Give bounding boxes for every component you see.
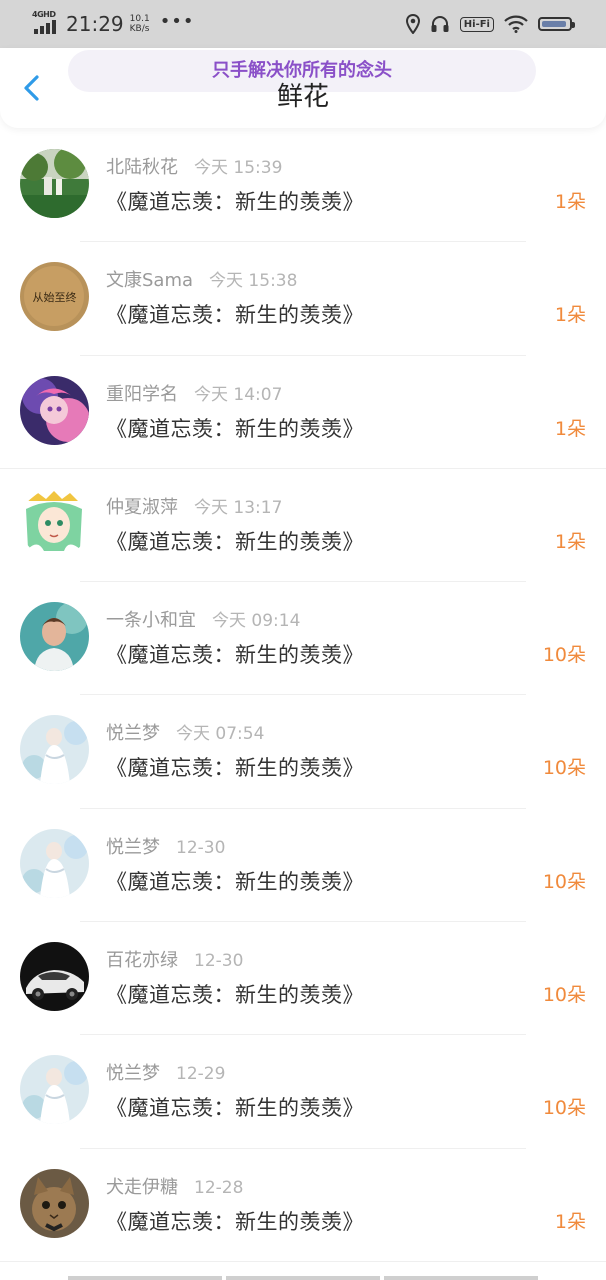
wifi-icon (504, 15, 528, 33)
hifi-badge: Hi-Fi (459, 16, 494, 32)
list-item[interactable]: 北陆秋花 今天 15:39 《魔道忘羡：新生的羡羡》 1朵 (0, 129, 606, 243)
status-bar: 4GHD 21:29 10.1 KB/s ••• Hi-Fi (0, 0, 606, 48)
list-item[interactable]: 悦兰梦 12-29 《魔道忘羡：新生的羡羡》 10朵 (0, 1035, 606, 1149)
bottom-partial-bar (68, 1276, 538, 1280)
flower-count: 1朵 (554, 530, 586, 553)
avatar[interactable] (20, 149, 89, 218)
user-name[interactable]: 百花亦绿 (106, 950, 178, 971)
timestamp: 今天 07:54 (176, 724, 265, 745)
book-title[interactable]: 《魔道忘羡：新生的羡羡》 (106, 1092, 364, 1122)
timestamp: 12-29 (176, 1064, 226, 1085)
page-title: 鲜花 (276, 82, 329, 112)
list-item[interactable]: 从始至终 文康Sama 今天 15:38 《魔道忘羡：新生的羡羡》 1朵 (0, 242, 606, 356)
user-name[interactable]: 悦兰梦 (106, 837, 160, 858)
list-item[interactable]: 悦兰梦 12-30 《魔道忘羡：新生的羡羡》 10朵 (0, 809, 606, 923)
avatar[interactable] (20, 488, 89, 558)
signal-icon: 4GHD (32, 10, 60, 38)
book-title[interactable]: 《魔道忘羡：新生的羡羡》 (106, 979, 364, 1009)
user-name[interactable]: 悦兰梦 (106, 723, 160, 744)
timestamp: 今天 14:07 (194, 384, 283, 405)
user-name[interactable]: 犬走伊糖 (106, 1177, 178, 1198)
headphones-icon (431, 16, 449, 32)
location-icon (405, 14, 420, 34)
avatar[interactable] (20, 715, 89, 785)
list-item[interactable]: 悦兰梦 今天 07:54 《魔道忘羡：新生的羡羡》 10朵 (0, 695, 606, 809)
user-name[interactable]: 北陆秋花 (106, 157, 178, 178)
avatar[interactable] (20, 828, 89, 898)
user-name[interactable]: 悦兰梦 (106, 1063, 160, 1084)
timestamp: 今天 09:14 (212, 611, 301, 632)
timestamp: 今天 13:17 (194, 497, 283, 518)
book-title[interactable]: 《魔道忘羡：新生的羡羡》 (106, 299, 364, 329)
book-title[interactable]: 《魔道忘羡：新生的羡羡》 (106, 1206, 364, 1236)
timestamp: 12-30 (176, 837, 226, 858)
user-name[interactable]: 仲夏淑萍 (106, 497, 178, 518)
list-item[interactable]: 犬走伊糖 12-28 《魔道忘羡：新生的羡羡》 1朵 (0, 1149, 606, 1262)
flower-count: 1朵 (554, 191, 586, 213)
avatar[interactable] (20, 602, 89, 672)
user-name[interactable]: 重阳学名 (106, 384, 178, 405)
timestamp: 12-30 (194, 951, 244, 972)
book-title[interactable]: 《魔道忘羡：新生的羡羡》 (106, 186, 364, 216)
list-item[interactable]: 一条小和宜 今天 09:14 《魔道忘羡：新生的羡羡》 10朵 (0, 582, 606, 696)
flower-count: 10朵 (542, 644, 586, 667)
avatar[interactable] (20, 942, 89, 1012)
flower-count: 1朵 (554, 304, 586, 327)
avatar[interactable]: 从始至终 (20, 262, 89, 332)
book-title[interactable]: 《魔道忘羡：新生的羡羡》 (106, 526, 364, 556)
flower-count: 1朵 (554, 1210, 586, 1233)
flower-count: 1朵 (554, 417, 586, 440)
divider (0, 1260, 606, 1262)
list-item[interactable]: 重阳学名 今天 14:07 《魔道忘羡：新生的羡羡》 1朵 (0, 356, 606, 469)
clock: 21:29 (66, 12, 124, 36)
timestamp: 12-28 (194, 1177, 244, 1198)
user-name[interactable]: 文康Sama (106, 270, 193, 291)
list-item[interactable]: 百花亦绿 12-30 《魔道忘羡：新生的羡羡》 10朵 (0, 922, 606, 1036)
book-title[interactable]: 《魔道忘羡：新生的羡羡》 (106, 639, 364, 669)
more-notifications-icon: ••• (159, 10, 195, 32)
book-title[interactable]: 《魔道忘羡：新生的羡羡》 (106, 752, 364, 782)
network-speed: 10.1 KB/s (129, 14, 150, 34)
flower-count: 10朵 (542, 1097, 586, 1120)
avatar[interactable] (20, 1168, 89, 1238)
timestamp: 今天 15:39 (194, 158, 283, 178)
book-title[interactable]: 《魔道忘羡：新生的羡羡》 (106, 866, 364, 896)
flower-gift-list: 北陆秋花 今天 15:39 《魔道忘羡：新生的羡羡》 1朵 从始至终 文康Sama… (0, 129, 606, 1262)
flower-count: 10朵 (542, 757, 586, 780)
battery-icon (538, 17, 575, 31)
list-item[interactable]: 仲夏淑萍 今天 13:17 《魔道忘羡：新生的羡羡》 1朵 (0, 469, 606, 583)
flower-count: 10朵 (542, 870, 586, 893)
avatar[interactable] (20, 1055, 89, 1125)
flower-count: 10朵 (542, 984, 586, 1007)
book-title[interactable]: 《魔道忘羡：新生的羡羡》 (106, 413, 364, 443)
top-navigation-bar: 只手解决你所有的念头 鲜花 (0, 48, 606, 128)
timestamp: 今天 15:38 (209, 271, 298, 292)
avatar[interactable] (20, 375, 89, 445)
user-name[interactable]: 一条小和宜 (106, 610, 196, 631)
svg-text:从始至终: 从始至终 (33, 290, 77, 304)
